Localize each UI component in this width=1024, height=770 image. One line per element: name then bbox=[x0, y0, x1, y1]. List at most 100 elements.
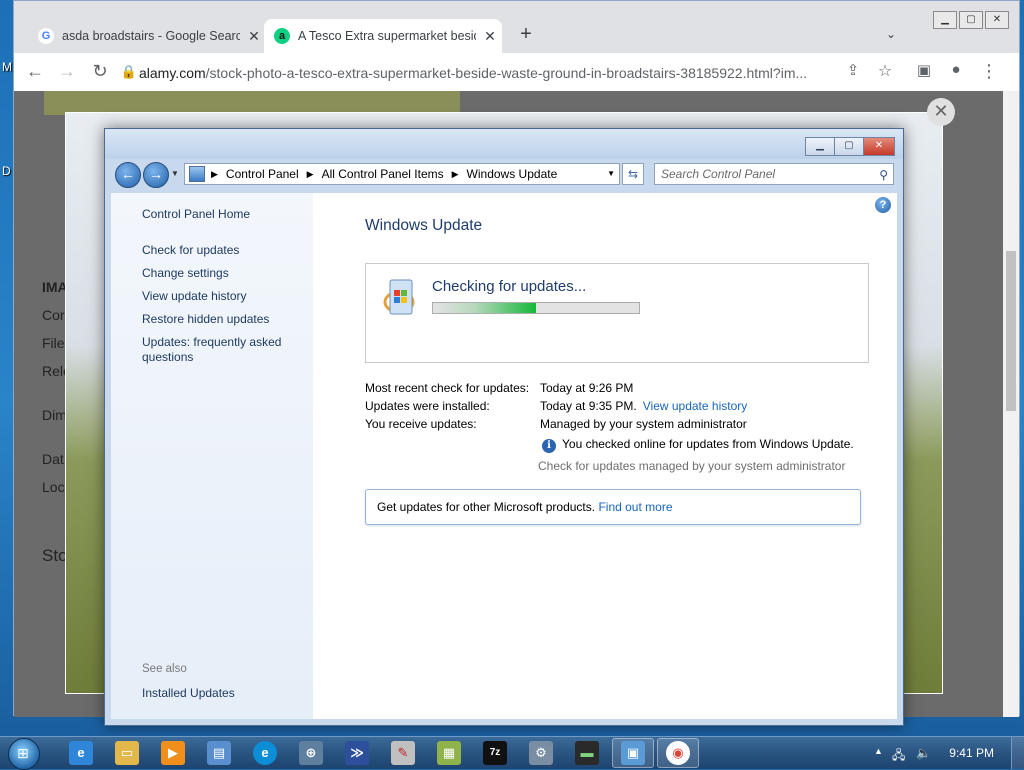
scroll-thumb[interactable] bbox=[1006, 251, 1016, 411]
desktop-icon-label: M bbox=[2, 60, 12, 74]
get-updates-text: Get updates for other Microsoft products… bbox=[377, 500, 596, 514]
menu-icon[interactable]: ⋮ bbox=[978, 61, 1000, 82]
control-panel-home-link[interactable]: Control Panel Home bbox=[142, 207, 250, 222]
page-text: File bbox=[42, 335, 65, 351]
terminal-icon[interactable]: ▬ bbox=[575, 741, 599, 765]
clock[interactable]: 9:41 PM bbox=[949, 746, 994, 760]
installed-value-group: Today at 9:35 PM. View update history bbox=[540, 399, 747, 413]
address-bar[interactable]: ▶ Control Panel ▶ All Control Panel Item… bbox=[184, 163, 620, 185]
edge-icon[interactable]: e bbox=[253, 741, 277, 765]
installed-label: Updates were installed: bbox=[365, 399, 490, 413]
minimize-button[interactable]: ▁ bbox=[933, 11, 957, 29]
address-bar[interactable]: alamy.com/stock-photo-a-tesco-extra-supe… bbox=[139, 65, 829, 81]
close-button[interactable]: ✕ bbox=[863, 137, 895, 156]
faq-link[interactable]: Updates: frequently asked bbox=[142, 335, 281, 350]
tab-alamy[interactable]: a A Tesco Extra supermarket beside ✕ bbox=[264, 19, 502, 53]
check-for-updates-link[interactable]: Check for updates bbox=[142, 243, 239, 258]
tab-title: asda broadstairs - Google Search bbox=[62, 29, 240, 43]
page-text: Sto bbox=[42, 546, 68, 565]
powershell-icon[interactable]: ≫ bbox=[345, 741, 369, 765]
status-text: Checking for updates... bbox=[432, 278, 587, 295]
paint-icon[interactable]: ✎ bbox=[391, 741, 415, 765]
page-text: Dim bbox=[42, 407, 67, 423]
breadcrumb-chevron-icon[interactable]: ▶ bbox=[452, 169, 459, 180]
view-update-history-link[interactable]: View update history bbox=[643, 399, 748, 413]
receive-label: You receive updates: bbox=[365, 417, 477, 431]
restore-hidden-updates-link[interactable]: Restore hidden updates bbox=[142, 312, 269, 327]
show-hidden-icons-icon[interactable]: ▲ bbox=[874, 746, 883, 756]
breadcrumb-all-items[interactable]: All Control Panel Items bbox=[322, 167, 444, 181]
managed-note: Check for updates managed by your system… bbox=[538, 459, 846, 473]
browser-toolbar: ← → ↻ 🔒 alamy.com/stock-photo-a-tesco-ex… bbox=[14, 53, 1019, 92]
notepad-icon[interactable]: ▤ bbox=[207, 741, 231, 765]
document-icon[interactable]: ▦ bbox=[437, 741, 461, 765]
receive-value: Managed by your system administrator bbox=[540, 417, 747, 431]
media-player-icon[interactable]: ▶ bbox=[161, 741, 185, 765]
ie-icon[interactable]: e bbox=[69, 741, 93, 765]
see-also-heading: See also bbox=[142, 663, 187, 675]
lightbox-close-button[interactable]: ✕ bbox=[927, 98, 955, 126]
show-desktop-button[interactable] bbox=[1011, 737, 1024, 769]
control-panel-icon bbox=[189, 166, 205, 182]
url-path: /stock-photo-a-tesco-extra-supermarket-b… bbox=[205, 65, 808, 81]
reload-icon[interactable]: ↻ bbox=[89, 61, 111, 82]
explorer-icon[interactable]: ▭ bbox=[115, 741, 139, 765]
google-icon: G bbox=[38, 28, 54, 44]
maximize-button[interactable]: ▢ bbox=[834, 137, 864, 156]
installed-value: Today at 9:35 PM. bbox=[540, 399, 637, 413]
help-icon[interactable]: ? bbox=[875, 197, 891, 213]
network-icon[interactable]: ⊕ bbox=[299, 741, 323, 765]
forward-icon[interactable]: → bbox=[56, 61, 78, 82]
close-icon[interactable]: ✕ bbox=[482, 28, 498, 45]
control-panel-icon[interactable]: ▣ bbox=[621, 741, 645, 765]
share-icon[interactable]: ⇪ bbox=[842, 61, 864, 79]
view-update-history-link[interactable]: View update history bbox=[142, 289, 247, 304]
settings-icon[interactable]: ⚙ bbox=[529, 741, 553, 765]
tab-title: A Tesco Extra supermarket beside bbox=[298, 29, 476, 43]
page-text: Dat bbox=[42, 451, 64, 467]
change-settings-link[interactable]: Change settings bbox=[142, 266, 229, 281]
new-tab-button[interactable]: + bbox=[514, 23, 538, 46]
search-input[interactable]: Search Control Panel ⚲ bbox=[654, 163, 894, 185]
recent-check-value: Today at 9:26 PM bbox=[540, 381, 634, 395]
7zip-icon[interactable]: 7z bbox=[483, 741, 507, 765]
search-icon[interactable]: ⚲ bbox=[879, 165, 888, 185]
breadcrumb-control-panel[interactable]: Control Panel bbox=[226, 167, 299, 181]
forward-button[interactable]: → bbox=[143, 162, 169, 188]
chrome-icon[interactable]: ◉ bbox=[666, 741, 690, 765]
side-panel-icon[interactable]: ▣ bbox=[913, 61, 935, 79]
start-button[interactable]: ⊞ bbox=[8, 738, 40, 770]
progress-bar bbox=[432, 302, 640, 314]
address-dropdown-icon[interactable]: ▼ bbox=[607, 169, 615, 178]
update-status-panel: Checking for updates... bbox=[365, 263, 869, 363]
network-status-icon[interactable]: 🖧 bbox=[892, 746, 905, 767]
page-scrollbar[interactable] bbox=[1003, 91, 1019, 717]
maximize-button[interactable]: ▢ bbox=[959, 11, 983, 29]
installed-updates-link[interactable]: Installed Updates bbox=[142, 686, 235, 701]
refresh-button[interactable]: ⇆ bbox=[622, 163, 644, 185]
breadcrumb-windows-update[interactable]: Windows Update bbox=[467, 167, 558, 181]
breadcrumb-chevron-icon[interactable]: ▶ bbox=[307, 169, 314, 180]
windows-update-icon bbox=[383, 279, 415, 315]
faq-link-continued[interactable]: questions bbox=[142, 350, 193, 365]
bookmark-star-icon[interactable]: ☆ bbox=[874, 61, 896, 81]
window-titlebar: ▁ ▢ ✕ bbox=[105, 129, 903, 159]
back-icon[interactable]: ← bbox=[24, 61, 46, 82]
recent-pages-dropdown[interactable]: ▼ bbox=[171, 169, 179, 178]
breadcrumb-chevron-icon[interactable]: ▶ bbox=[211, 169, 218, 180]
windows-logo-icon: ⊞ bbox=[17, 745, 29, 761]
system-tray: ▲ 🖧 🔈 9:41 PM bbox=[864, 737, 1024, 769]
tab-google-search[interactable]: G asda broadstairs - Google Search ✕ bbox=[28, 19, 264, 53]
minimize-button[interactable]: ▁ bbox=[805, 137, 835, 156]
close-button[interactable]: ✕ bbox=[985, 11, 1009, 29]
find-out-more-link[interactable]: Find out more bbox=[598, 500, 672, 514]
back-button[interactable]: ← bbox=[115, 162, 141, 188]
progress-fill bbox=[433, 303, 536, 313]
volume-icon[interactable]: 🔈 bbox=[916, 746, 931, 760]
lock-icon[interactable]: 🔒 bbox=[118, 64, 140, 80]
desktop-icon-label: D bbox=[2, 164, 11, 178]
profile-icon[interactable]: ● bbox=[945, 61, 967, 78]
close-icon[interactable]: ✕ bbox=[246, 28, 262, 45]
tab-search-button[interactable]: ⌄ bbox=[886, 27, 896, 41]
page-title: Windows Update bbox=[365, 217, 483, 234]
